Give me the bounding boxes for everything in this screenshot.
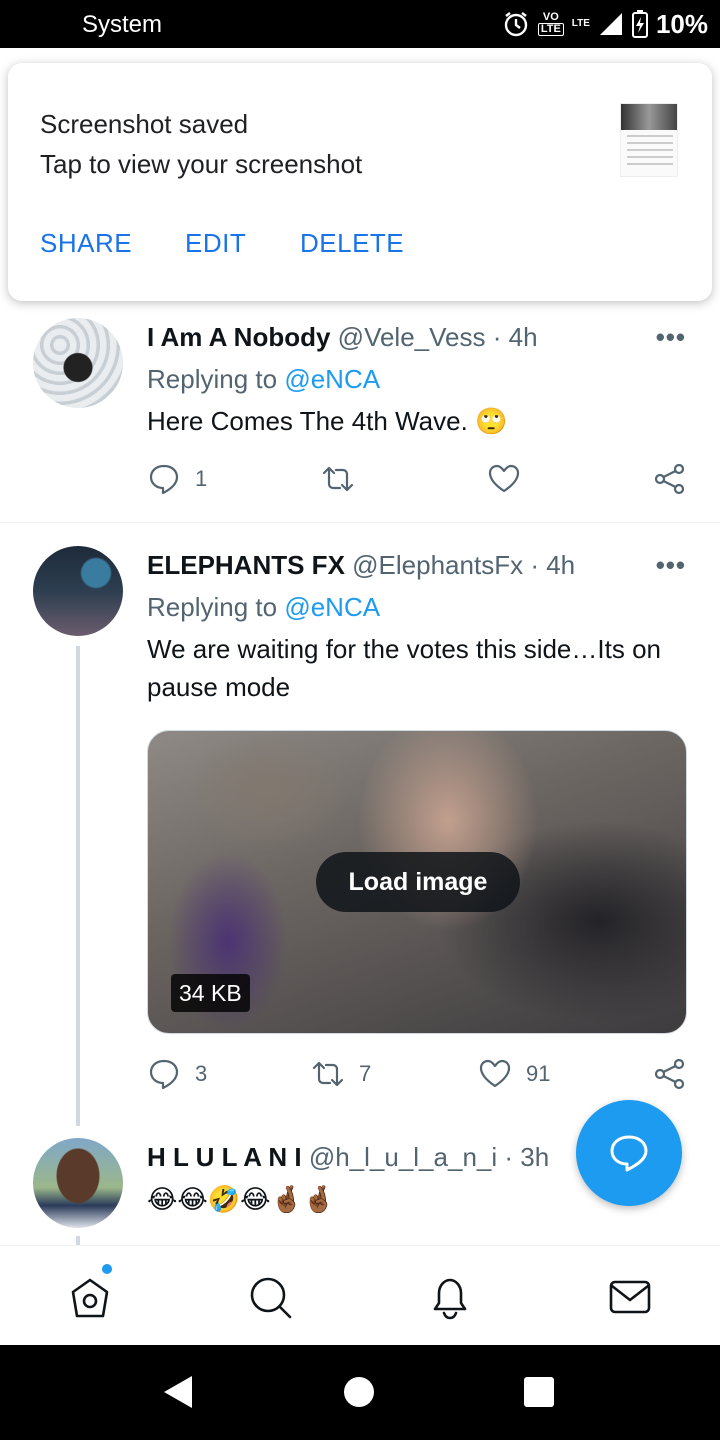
retweet-count: 7 bbox=[359, 1061, 372, 1086]
tweet-actions: 3 7 91 bbox=[147, 1057, 692, 1097]
delete-button[interactable]: DELETE bbox=[300, 228, 404, 259]
recents-icon[interactable] bbox=[524, 1377, 554, 1407]
mention-link[interactable]: @eNCA bbox=[284, 592, 380, 622]
tweet[interactable]: I Am A Nobody @Vele_Vess · 4h ••• Replyi… bbox=[0, 300, 720, 522]
handle[interactable]: @h_l_u_l_a_n_i bbox=[309, 1142, 497, 1172]
nav-search[interactable] bbox=[247, 1274, 293, 1320]
replying-prefix: Replying to bbox=[147, 592, 285, 622]
status-label: System bbox=[82, 11, 163, 38]
new-content-dot bbox=[102, 1264, 112, 1274]
like-icon bbox=[479, 1059, 511, 1088]
notifications-icon bbox=[433, 1278, 467, 1320]
messages-icon bbox=[609, 1280, 651, 1314]
alarm-icon bbox=[504, 12, 528, 37]
share-button[interactable]: SHARE bbox=[40, 228, 132, 259]
home-circle-icon[interactable] bbox=[344, 1377, 374, 1407]
retweet-icon bbox=[322, 466, 354, 492]
search-icon bbox=[250, 1277, 292, 1319]
like-button[interactable]: 91 bbox=[478, 1057, 550, 1091]
share-tweet-button[interactable] bbox=[653, 1057, 687, 1091]
share-icon bbox=[654, 1058, 685, 1090]
timestamp: · 4h bbox=[530, 550, 576, 580]
retweet-button[interactable] bbox=[321, 462, 369, 496]
replying-prefix: Replying to bbox=[147, 364, 285, 394]
status-icons: VO LTE LTE 10% bbox=[502, 6, 708, 42]
share-icon bbox=[654, 463, 685, 495]
handle[interactable]: @ElephantsFx bbox=[352, 550, 523, 580]
media-size-badge: 34 KB bbox=[171, 974, 250, 1012]
battery-icon bbox=[631, 10, 648, 38]
avatar[interactable] bbox=[33, 1138, 123, 1228]
reply-icon bbox=[149, 1059, 179, 1090]
reply-button[interactable]: 3 bbox=[147, 1057, 207, 1091]
volte-indicator: VO LTE bbox=[537, 11, 564, 36]
timestamp: · 3h bbox=[504, 1142, 550, 1172]
volte-bottom: LTE bbox=[537, 23, 564, 36]
notification-subtitle: Tap to view your screenshot bbox=[40, 149, 363, 179]
retweet-button[interactable]: 7 bbox=[311, 1057, 371, 1091]
screenshot-notification[interactable]: Screenshot saved Tap to view your screen… bbox=[8, 63, 712, 301]
avatar[interactable] bbox=[33, 546, 123, 636]
tweet-header: ELEPHANTS FX @ElephantsFx · 4h bbox=[147, 550, 575, 581]
reply-icon bbox=[149, 464, 179, 495]
timestamp: · 4h bbox=[492, 322, 538, 352]
bottom-navigation bbox=[0, 1245, 720, 1345]
display-name[interactable]: ELEPHANTS FX bbox=[147, 550, 345, 580]
tweet-header: I Am A Nobody @Vele_Vess · 4h bbox=[147, 322, 538, 353]
home-icon bbox=[71, 1278, 109, 1318]
tweet-media[interactable]: Load image 34 KB bbox=[147, 730, 687, 1034]
more-options-button[interactable]: ••• bbox=[656, 550, 686, 581]
like-count: 91 bbox=[526, 1061, 551, 1086]
load-image-button[interactable]: Load image bbox=[316, 852, 520, 912]
reply-button[interactable]: 1 bbox=[147, 462, 207, 496]
tweet-text: We are waiting for the votes this side…I… bbox=[147, 634, 661, 702]
system-navigation-bar bbox=[0, 1345, 720, 1440]
signal-icon bbox=[599, 13, 622, 35]
display-name[interactable]: H L U L A N I bbox=[147, 1142, 302, 1172]
tweet[interactable]: ELEPHANTS FX @ElephantsFx · 4h ••• Reply… bbox=[0, 523, 720, 1123]
like-icon bbox=[488, 464, 520, 493]
nav-home[interactable] bbox=[67, 1264, 113, 1320]
screenshot-thumbnail[interactable] bbox=[620, 103, 678, 177]
thread-line bbox=[76, 1236, 80, 1245]
back-icon[interactable] bbox=[162, 1375, 194, 1409]
avatar[interactable] bbox=[33, 318, 123, 408]
handle[interactable]: @Vele_Vess bbox=[338, 322, 486, 352]
tweet-text: Here Comes The 4th Wave. 🙄 bbox=[147, 406, 508, 436]
tweet-header: H L U L A N I @h_l_u_l_a_n_i · 3h bbox=[147, 1142, 549, 1173]
mention-link[interactable]: @eNCA bbox=[284, 364, 380, 394]
compose-button[interactable] bbox=[576, 1100, 682, 1206]
compose-icon bbox=[610, 1135, 648, 1172]
replying-to: Replying to @eNCA bbox=[147, 364, 380, 395]
display-name[interactable]: I Am A Nobody bbox=[147, 322, 330, 352]
replying-to: Replying to @eNCA bbox=[147, 592, 380, 623]
network-type: LTE bbox=[571, 18, 590, 29]
notification-title: Screenshot saved bbox=[40, 109, 249, 139]
more-options-button[interactable]: ••• bbox=[656, 322, 686, 353]
like-button[interactable] bbox=[487, 462, 535, 496]
edit-button[interactable]: EDIT bbox=[185, 228, 246, 259]
reply-count: 1 bbox=[195, 466, 208, 491]
nav-messages[interactable] bbox=[607, 1274, 653, 1320]
volte-top: VO bbox=[542, 11, 559, 23]
battery-level: 10% bbox=[655, 8, 708, 39]
retweet-icon bbox=[312, 1061, 344, 1087]
status-bar: System VO LTE LTE 10% bbox=[0, 0, 720, 48]
reply-count: 3 bbox=[195, 1061, 208, 1086]
tweet-actions: 1 bbox=[147, 462, 692, 502]
share-tweet-button[interactable] bbox=[653, 462, 687, 496]
nav-notifications[interactable] bbox=[427, 1274, 473, 1320]
